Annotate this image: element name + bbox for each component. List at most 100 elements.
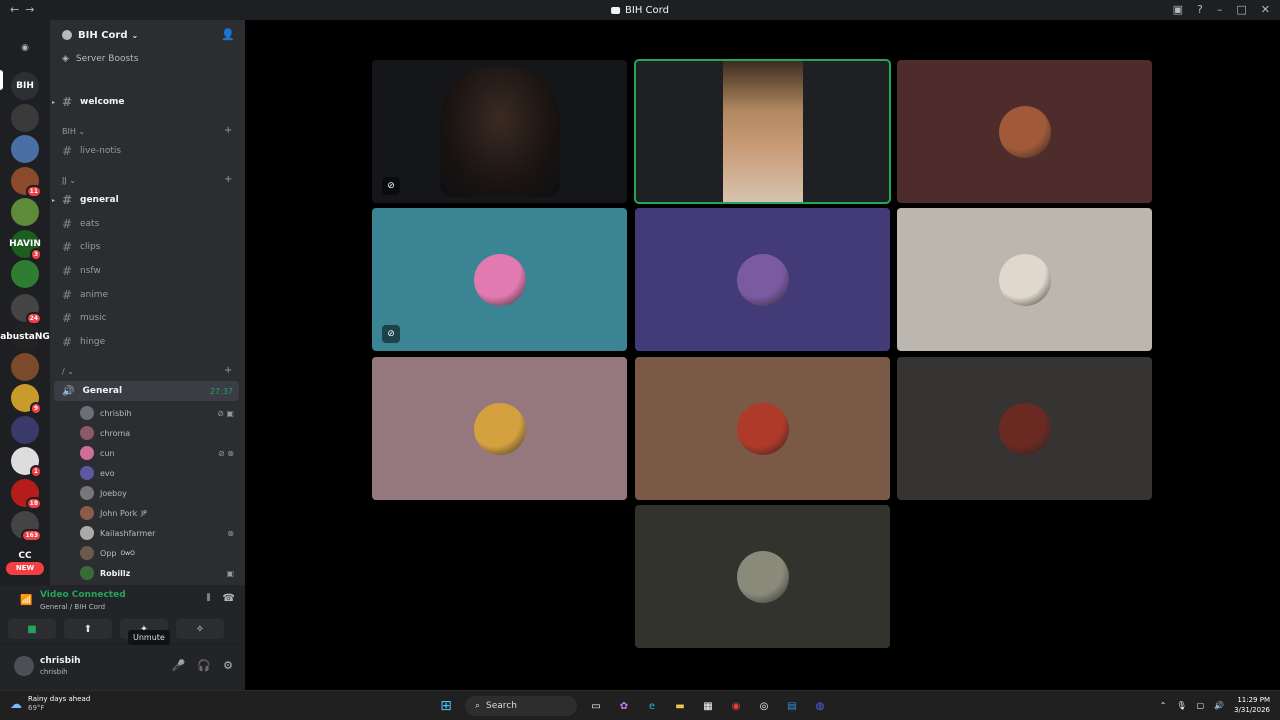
server-6[interactable]: HAVIN 3 — [9, 230, 42, 261]
server-12[interactable] — [11, 416, 39, 444]
clock[interactable]: 11:29 PM 3/31/2026 — [1234, 695, 1270, 715]
microphone-icon[interactable]: 🎙 — [1176, 701, 1186, 710]
server-4[interactable]: 11 — [11, 167, 42, 198]
tile-avatar-9[interactable] — [897, 357, 1152, 500]
mic-off-icon: ⊘ — [382, 177, 400, 195]
close-icon[interactable]: ✕ — [1261, 3, 1270, 16]
soundboard-button[interactable]: ✧ — [176, 619, 224, 639]
new-badge[interactable]: NEW — [6, 562, 44, 575]
arrow-left-icon[interactable]: ← — [10, 3, 25, 16]
edge-icon[interactable]: e — [643, 697, 661, 715]
maximize-icon[interactable]: □ — [1236, 3, 1246, 16]
discord-taskbar-icon[interactable]: ◍ — [811, 697, 829, 715]
channel-welcome[interactable]: ▸ # welcome — [52, 92, 238, 112]
voice-member[interactable]: chroma — [80, 424, 240, 442]
notepad-icon[interactable]: ▤ — [783, 697, 801, 715]
noise-suppression-icon[interactable]: ⫴ — [206, 593, 210, 604]
channel-general[interactable]: ▸ # general — [52, 190, 238, 210]
voice-member[interactable]: Joeboy — [80, 484, 240, 502]
add-channel-icon[interactable]: + — [224, 365, 232, 376]
category-slash[interactable]: / ⌄ — [62, 367, 74, 376]
add-channel-icon[interactable]: + — [224, 125, 232, 136]
help-icon[interactable]: ? — [1197, 3, 1203, 16]
server-13[interactable]: 1 — [11, 447, 42, 478]
voice-member[interactable]: John Pork JP — [80, 504, 240, 522]
channel-nsfw[interactable]: # nsfw — [58, 261, 238, 281]
voice-member[interactable]: Robillz ▣ — [80, 564, 240, 582]
inbox-icon[interactable]: ▣ — [1173, 3, 1183, 16]
hash-icon: # — [62, 144, 73, 158]
hash-icon: # — [62, 288, 73, 302]
server-11[interactable]: 9 — [11, 384, 42, 415]
avatar — [80, 486, 94, 500]
screen-share-button[interactable]: ⬆ — [64, 619, 112, 639]
guild-header[interactable]: BIH Cord ⌄ 👤 — [50, 20, 245, 50]
category-jj[interactable]: JJ ⌄ — [62, 176, 76, 185]
tile-video-2[interactable] — [634, 59, 891, 204]
category-bih[interactable]: BIH ⌄ — [62, 127, 85, 136]
voice-member[interactable]: Opp OwO — [80, 544, 240, 562]
copilot-icon[interactable]: ✿ — [615, 697, 633, 715]
channel-eats[interactable]: # eats — [58, 214, 238, 234]
clock-time: 11:29 PM — [1237, 696, 1270, 704]
add-member-icon[interactable]: 👤 — [221, 28, 235, 41]
task-view-icon[interactable]: ▭ — [587, 697, 605, 715]
tile-avatar-7[interactable] — [372, 357, 627, 500]
app-icon[interactable]: ◎ — [755, 697, 773, 715]
taskbar-apps: ⊞ ⌕ Search ▭ ✿ e ▬ ▦ ◉ ◎ ▤ ◍ — [437, 696, 829, 716]
voice-subtitle[interactable]: General / BIH Cord — [40, 603, 105, 611]
store-icon[interactable]: ▦ — [699, 697, 717, 715]
channel-hinge[interactable]: # hinge — [58, 332, 238, 352]
minimize-icon[interactable]: – — [1217, 3, 1223, 16]
network-icon[interactable]: ▢ — [1197, 701, 1205, 710]
chrome-icon[interactable]: ◉ — [727, 697, 745, 715]
server-3[interactable] — [11, 135, 39, 163]
voice-member[interactable]: cun ⊘ ⊗ — [80, 444, 240, 462]
tile-avatar-6[interactable] — [897, 208, 1152, 351]
tile-avatar-5[interactable] — [635, 208, 890, 351]
server-2[interactable] — [11, 104, 39, 132]
server-10[interactable] — [11, 353, 39, 381]
voice-member[interactable]: evo — [80, 464, 240, 482]
tile-avatar-4[interactable]: ⊘ — [372, 208, 627, 351]
tile-avatar-3[interactable] — [897, 60, 1152, 203]
file-explorer-icon[interactable]: ▬ — [671, 697, 689, 715]
channel-anime[interactable]: # anime — [58, 285, 238, 305]
server-7[interactable] — [11, 260, 39, 288]
gear-icon[interactable]: ⚙ — [223, 659, 233, 672]
weather-widget[interactable]: ☁ Rainy days ahead 69°F — [10, 695, 90, 713]
volume-icon[interactable]: 🔊 — [1214, 701, 1224, 710]
user-display-name[interactable]: chrisbih — [40, 656, 81, 666]
chevron-up-icon[interactable]: ⌃ — [1160, 701, 1167, 710]
mic-muted-icon[interactable]: 🎤 — [172, 659, 186, 672]
headphones-icon[interactable]: 🎧 — [197, 659, 211, 672]
voice-channel-general[interactable]: 🔊 General 27:37 — [54, 381, 239, 401]
channel-live-notis[interactable]: # live-notis — [58, 141, 238, 161]
taskbar-search[interactable]: ⌕ Search — [465, 696, 577, 716]
channel-clips[interactable]: # clips — [58, 237, 238, 257]
server-bih[interactable]: BIH — [11, 72, 39, 100]
voice-member[interactable]: Kailashfarmer ⊗ — [80, 524, 240, 542]
camera-button[interactable]: ■ — [8, 619, 56, 639]
voice-member[interactable]: chrisbih ⊘ ▣ — [80, 404, 240, 422]
server-15[interactable]: 163 — [11, 511, 42, 542]
disconnect-icon[interactable]: ☎ — [223, 593, 235, 604]
arrow-right-icon[interactable]: → — [25, 3, 40, 16]
tile-video-1[interactable]: ⊘ — [372, 60, 627, 203]
channel-music[interactable]: # music — [58, 308, 238, 328]
discord-home-icon[interactable]: ◉ — [11, 34, 39, 62]
tile-avatar-10[interactable] — [635, 505, 890, 648]
avatar — [80, 446, 94, 460]
windows-start-icon[interactable]: ⊞ — [437, 697, 455, 715]
add-channel-icon[interactable]: + — [224, 174, 232, 185]
server-5[interactable] — [11, 198, 39, 226]
server-boosts[interactable]: ◈ Server Boosts — [62, 54, 138, 64]
tile-avatar-8[interactable] — [635, 357, 890, 500]
member-name: Joeboy — [100, 488, 127, 498]
user-avatar[interactable] — [14, 656, 34, 676]
server-8[interactable]: 24 — [11, 294, 42, 325]
window-title: BIH Cord — [611, 5, 669, 16]
server-9[interactable]: abustaNG — [0, 323, 50, 351]
server-14[interactable]: 18 — [11, 479, 42, 510]
voice-status[interactable]: Video Connected — [40, 590, 126, 600]
